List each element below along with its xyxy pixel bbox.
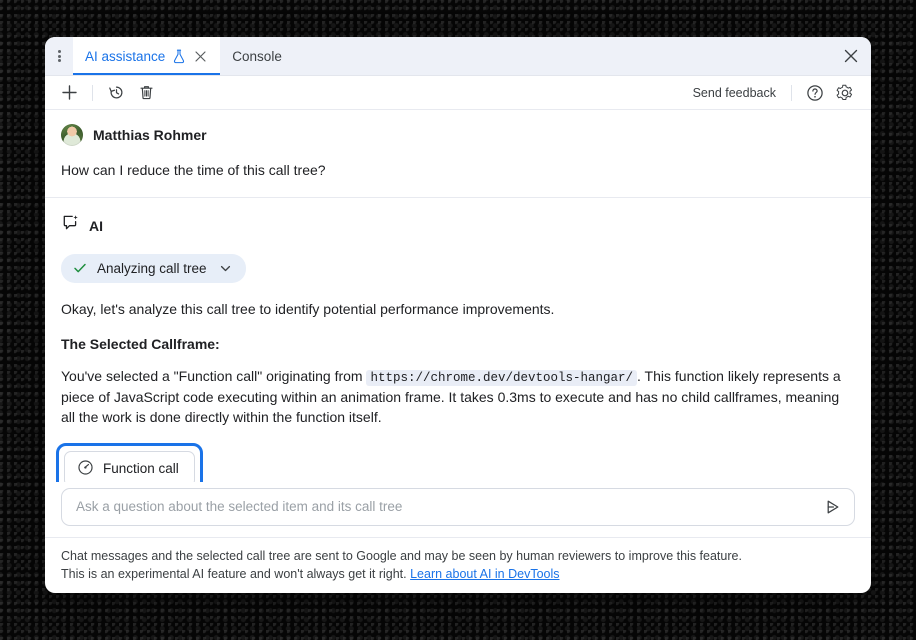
tab-console[interactable]: Console	[220, 37, 294, 75]
ai-message-block: AI Analyzing call tree Okay, let's analy…	[45, 198, 871, 482]
tab-close-icon[interactable]	[193, 49, 208, 64]
disclaimer-footer: Chat messages and the selected call tree…	[45, 537, 871, 593]
context-pill-label: Function call	[103, 461, 179, 476]
ai-detail-part1: You've selected a "Function call" origin…	[61, 368, 366, 384]
assistance-toolbar: Send feedback	[45, 76, 871, 110]
chevron-down-icon[interactable]	[219, 262, 232, 275]
settings-button[interactable]	[831, 80, 859, 106]
learn-about-ai-link[interactable]: Learn about AI in DevTools	[410, 567, 559, 581]
avatar	[61, 124, 83, 146]
source-url-code: https://chrome.dev/devtools-hangar/	[366, 370, 637, 386]
ai-detail-paragraph: You've selected a "Function call" origin…	[61, 366, 855, 428]
tab-console-label: Console	[232, 49, 282, 64]
gauge-icon	[77, 459, 94, 479]
tab-strip-spacer	[294, 37, 831, 75]
ai-name: AI	[89, 218, 103, 234]
tab-strip: AI assistance Console	[45, 37, 871, 76]
question-input[interactable]	[74, 498, 820, 515]
send-button[interactable]	[820, 494, 846, 520]
ai-section-heading: The Selected Callframe:	[61, 336, 855, 352]
analysis-step-chip[interactable]: Analyzing call tree	[61, 254, 246, 283]
new-chat-button[interactable]	[55, 80, 83, 106]
tab-ai-assistance-label: AI assistance	[85, 49, 165, 64]
history-button[interactable]	[102, 80, 130, 106]
context-pill-focus-ring: Function call	[56, 443, 203, 482]
ai-intro-paragraph: Okay, let's analyze this call tree to id…	[61, 299, 855, 319]
ai-sparkle-icon	[61, 214, 80, 238]
analysis-step-label: Analyzing call tree	[97, 261, 207, 276]
help-button[interactable]	[801, 80, 829, 106]
toolbar-divider	[92, 85, 93, 101]
close-panel-button[interactable]	[831, 37, 871, 75]
disclaimer-line-2-text: This is an experimental AI feature and w…	[61, 567, 410, 581]
question-input-area	[45, 482, 871, 526]
disclaimer-line-1: Chat messages and the selected call tree…	[61, 547, 855, 565]
delete-button[interactable]	[132, 80, 160, 106]
conversation-area: Matthias Rohmer How can I reduce the tim…	[45, 110, 871, 482]
toolbar-divider-2	[791, 85, 792, 101]
user-message-block: Matthias Rohmer How can I reduce the tim…	[45, 110, 871, 198]
send-feedback-button[interactable]: Send feedback	[687, 86, 782, 100]
ai-assistance-panel: AI assistance Console	[45, 37, 871, 593]
ai-header: AI	[61, 214, 855, 238]
tab-ai-assistance[interactable]: AI assistance	[73, 37, 220, 75]
check-icon	[73, 261, 87, 275]
user-header: Matthias Rohmer	[61, 124, 855, 146]
context-pill-function-call[interactable]: Function call	[64, 451, 195, 482]
user-name: Matthias Rohmer	[93, 127, 207, 143]
question-input-box[interactable]	[61, 488, 855, 526]
flask-icon	[172, 49, 186, 64]
disclaimer-line-2: This is an experimental AI feature and w…	[61, 565, 855, 583]
user-message-text: How can I reduce the time of this call t…	[61, 161, 855, 181]
more-options-icon[interactable]	[45, 37, 73, 75]
